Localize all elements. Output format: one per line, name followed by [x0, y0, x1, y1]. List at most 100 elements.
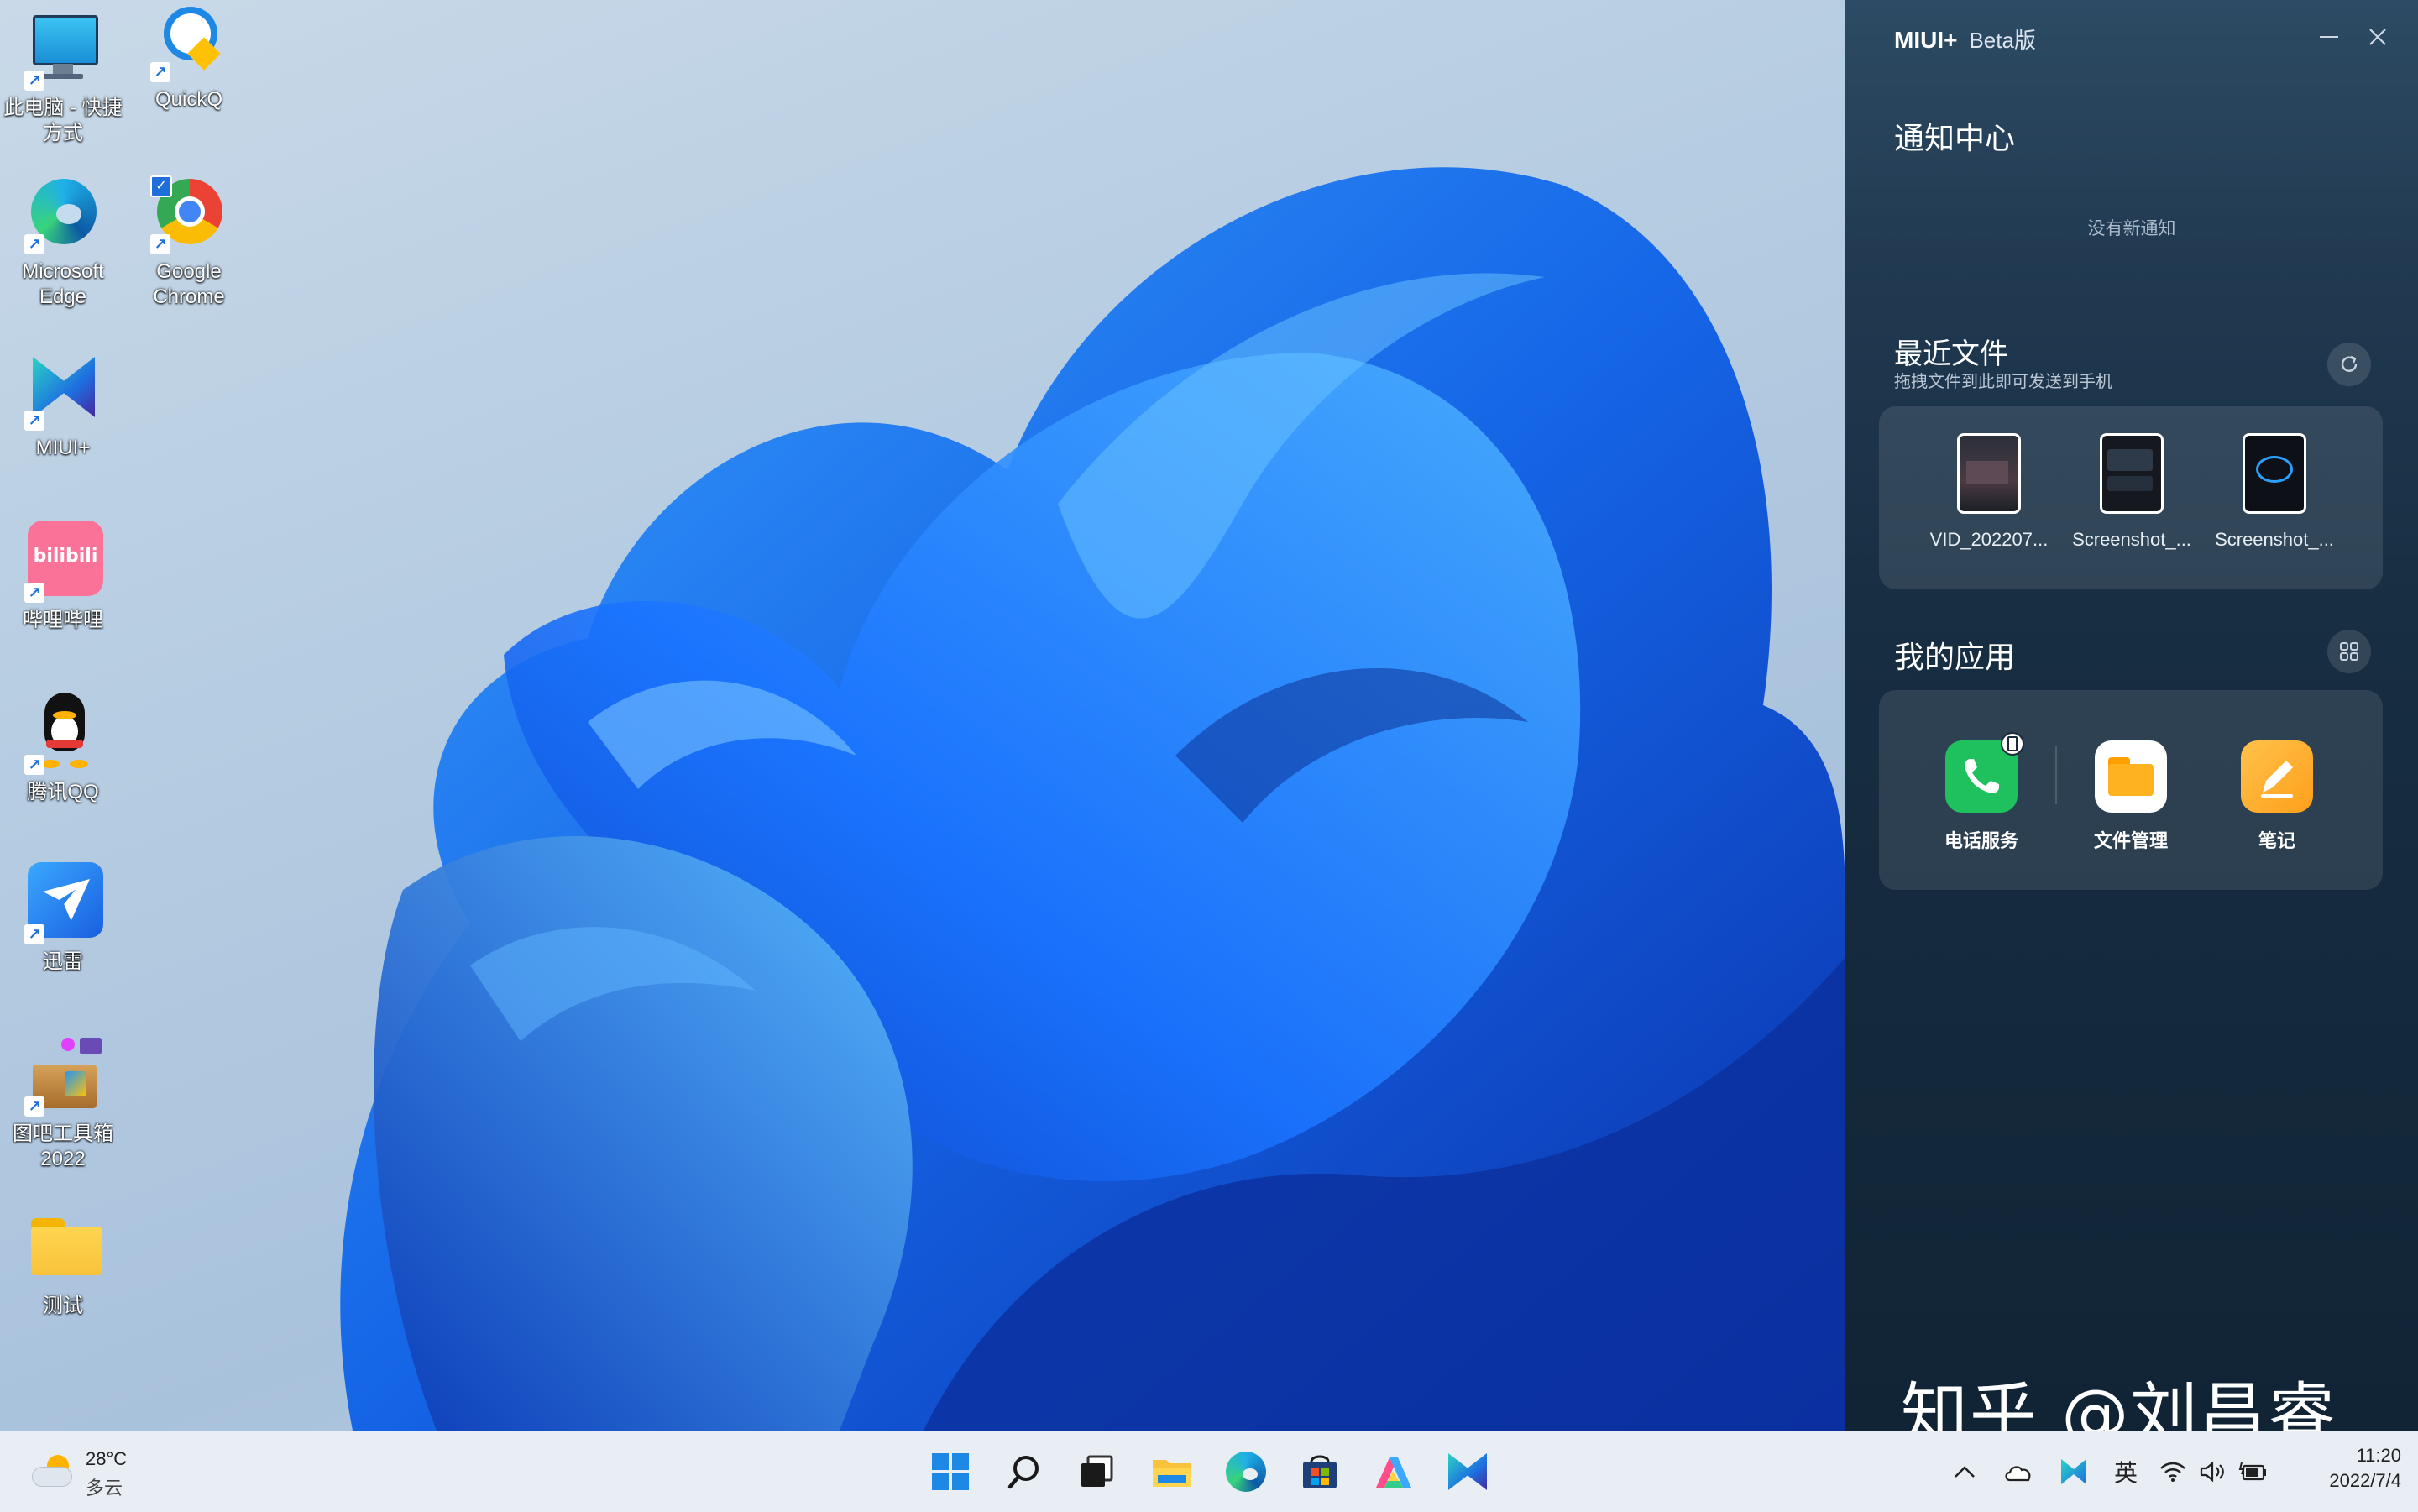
app-grid-button[interactable] — [2327, 630, 2371, 673]
app-name: MIUI+ — [1894, 27, 1958, 53]
shortcut-arrow-icon: ↗ — [150, 62, 170, 82]
clock-date: 2022/7/4 — [2329, 1470, 2401, 1491]
close-button[interactable] — [2361, 20, 2394, 54]
desktop-icon-bilibili[interactable]: bilibili ↗ 哔哩哔哩 — [0, 521, 126, 633]
app-notes[interactable]: 笔记 — [2218, 740, 2336, 853]
shortcut-arrow-icon: ↗ — [24, 234, 44, 254]
desktop-icon-chrome[interactable]: ✓ ↗ Google Chrome — [126, 172, 252, 310]
notification-title: 通知中心 — [1894, 121, 2016, 155]
microsoft-store-icon — [1303, 1455, 1337, 1488]
desktop-icon-label: Microsoft Edge — [22, 260, 104, 308]
desktop-icon-label: 腾讯QQ — [27, 781, 99, 803]
wallpaper-bloom — [340, 167, 1845, 1431]
wifi-icon — [2160, 1462, 2185, 1482]
shortcut-arrow-icon: ↗ — [24, 411, 44, 431]
recent-file-item[interactable]: Screenshot_... — [2069, 433, 2195, 551]
file-name: Screenshot_... — [2215, 529, 2334, 550]
weather-widget[interactable]: 28°C 多云 — [30, 1447, 139, 1500]
desktop-icon-this-pc[interactable]: ↗ 此电脑 - 快捷方式 — [0, 8, 126, 146]
task-view-button[interactable] — [1071, 1447, 1122, 1497]
refresh-button[interactable] — [2327, 343, 2371, 386]
miui-plus-icon: ↗ — [21, 348, 105, 432]
desktop-icon-label: MIUI+ — [35, 437, 91, 459]
minimize-icon — [2320, 36, 2338, 38]
clock[interactable]: 11:20 2022/7/4 — [2292, 1443, 2401, 1494]
app-file-manager[interactable]: 文件管理 — [2072, 740, 2190, 853]
copilot-colorful-icon — [1376, 1457, 1411, 1488]
shortcut-arrow-icon: ↗ — [150, 234, 170, 254]
miui-plus-taskbar-button[interactable] — [1442, 1447, 1493, 1497]
desktop: ↗ 此电脑 - 快捷方式 ↗ QuickQ ↗ Microsoft Edge ✓… — [0, 0, 1845, 1431]
ime-label: 英 — [2113, 1460, 2138, 1486]
search-icon — [1008, 1456, 1039, 1489]
desktop-icon-xunlei[interactable]: ↗ 迅雷 — [0, 862, 126, 975]
app-phone-service[interactable]: 电话服务 — [1923, 732, 2040, 853]
refresh-icon — [2341, 355, 2358, 372]
desktop-icon-label: 此电脑 - 快捷方式 — [3, 97, 123, 144]
folder-icon — [21, 1206, 105, 1290]
recent-file-item[interactable]: Screenshot_... — [2211, 433, 2337, 551]
notification-empty: 没有新通知 — [2087, 219, 2176, 238]
file-name: VID_202207... — [1929, 529, 2049, 550]
shortcut-arrow-icon: ↗ — [24, 1096, 44, 1117]
desktop-icon-folder-test[interactable]: 测试 — [0, 1206, 126, 1319]
tuba-toolbox-icon: ↗ — [21, 1034, 105, 1118]
start-icon — [932, 1453, 969, 1490]
miui-plus-icon — [1448, 1453, 1487, 1490]
file-manager-icon — [2095, 740, 2167, 813]
recent-files-card[interactable]: VID_202207... Screenshot_... Screenshot_… — [1879, 406, 2383, 589]
clock-time: 11:20 — [2356, 1445, 2401, 1466]
this-pc-icon: ↗ — [21, 8, 105, 92]
ime-indicator[interactable]: 英 — [2107, 1453, 2144, 1490]
battery-charging-icon — [2238, 1462, 2266, 1481]
desktop-icon-edge[interactable]: ↗ Microsoft Edge — [0, 172, 126, 310]
notes-icon — [2241, 740, 2313, 813]
desktop-icon-miui-plus[interactable]: ↗ MIUI+ — [0, 348, 126, 461]
miui-tray-button[interactable] — [2055, 1453, 2092, 1490]
video-thumbnail-icon — [1957, 433, 2021, 514]
start-button[interactable] — [925, 1447, 976, 1497]
my-apps-card: 电话服务 文件管理 笔记 — [1879, 690, 2383, 890]
recent-files-title: 最近文件 — [1894, 338, 2008, 370]
chrome-icon: ✓ ↗ — [147, 172, 231, 256]
weather-condition: 多云 — [86, 1478, 123, 1499]
minimize-button[interactable] — [2312, 22, 2346, 52]
desktop-icon-label: Google Chrome — [153, 260, 225, 308]
grid-icon — [2340, 642, 2358, 661]
colorful-app-button[interactable] — [1369, 1447, 1419, 1497]
screenshot-thumbnail-icon — [2100, 433, 2164, 514]
file-explorer-icon — [1153, 1460, 1191, 1487]
store-button[interactable] — [1295, 1447, 1345, 1497]
onedrive-button[interactable] — [1998, 1453, 2039, 1490]
task-view-icon — [1081, 1455, 1113, 1487]
shortcut-arrow-icon: ↗ — [24, 755, 44, 775]
search-button[interactable] — [999, 1447, 1049, 1497]
xunlei-icon: ↗ — [21, 862, 105, 946]
bilibili-logo-text: bilibili — [33, 546, 98, 567]
version-label: Beta版 — [1969, 28, 2036, 53]
app-name: 文件管理 — [2093, 830, 2168, 851]
my-apps-title: 我的应用 — [1894, 640, 2016, 674]
desktop-icon-tuba-toolbox[interactable]: ↗ 图吧工具箱2022 — [0, 1034, 126, 1172]
edge-icon: ↗ — [21, 172, 105, 256]
quick-settings-button[interactable] — [2159, 1453, 2269, 1490]
desktop-icon-label: QuickQ — [154, 88, 222, 111]
app-name: 电话服务 — [1944, 830, 2018, 851]
shortcut-arrow-icon: ↗ — [24, 71, 44, 91]
edge-taskbar-button[interactable] — [1221, 1447, 1271, 1497]
file-explorer-button[interactable] — [1147, 1447, 1197, 1497]
close-icon — [2369, 29, 2386, 45]
desktop-icon-qq[interactable]: ↗ 腾讯QQ — [0, 693, 126, 805]
desktop-icon-quickq[interactable]: ↗ QuickQ — [126, 0, 252, 112]
cloud-icon — [2005, 1466, 2031, 1482]
quickq-icon: ↗ — [147, 0, 231, 84]
file-name: Screenshot_... — [2072, 529, 2191, 550]
desktop-icon-label: 哔哩哔哩 — [23, 609, 103, 631]
app-name: 笔记 — [2258, 830, 2295, 851]
show-hidden-icons-button[interactable] — [1946, 1453, 1983, 1490]
panel-title-bar: MIUI+ Beta版 — [1894, 24, 2036, 55]
app-divider — [2055, 746, 2057, 804]
edge-icon — [1226, 1452, 1266, 1492]
recent-file-item[interactable]: VID_202207... — [1926, 433, 2052, 551]
shortcut-arrow-icon: ↗ — [24, 924, 44, 944]
